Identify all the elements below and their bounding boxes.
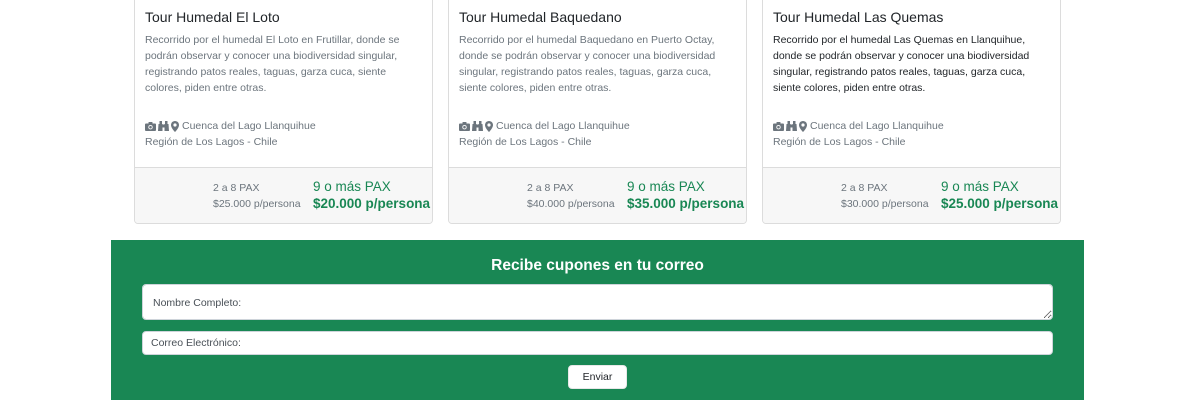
large-group-price: $25.000 p/persona xyxy=(941,196,1059,211)
tour-description: Recorrido por el humedal Las Quemas en L… xyxy=(773,34,1030,94)
small-group-label: 2 a 8 PAX xyxy=(841,182,888,194)
binoculars-icon xyxy=(472,121,483,131)
map-marker-icon xyxy=(799,120,807,132)
tour-cards-section: Tour Humedal El Loto Recorrido por el hu… xyxy=(0,0,1200,240)
camera-icon xyxy=(145,121,156,131)
newsletter-title: Recibe cupones en tu correo xyxy=(491,257,704,274)
map-marker-icon xyxy=(171,120,179,132)
card-footer: 2 a 8 PAX $25.000 p/persona 9 o más PAX … xyxy=(135,167,432,223)
card-footer: 2 a 8 PAX $40.000 p/persona 9 o más PAX … xyxy=(449,167,746,223)
small-group-price: $25.000 p/persona xyxy=(213,198,301,210)
binoculars-icon xyxy=(158,121,169,131)
card-footer: 2 a 8 PAX $30.000 p/persona 9 o más PAX … xyxy=(763,167,1060,223)
large-group-price: $35.000 p/persona xyxy=(627,196,745,211)
small-group-price: $30.000 p/persona xyxy=(841,198,929,210)
small-group-label: 2 a 8 PAX xyxy=(527,182,574,194)
tour-title[interactable]: Tour Humedal Baquedano xyxy=(459,9,622,25)
submit-button[interactable]: Enviar xyxy=(568,365,627,389)
tour-location: Cuenca del Lago Llanquihue xyxy=(182,120,316,132)
tour-card[interactable]: Tour Humedal El Loto Recorrido por el hu… xyxy=(134,0,433,224)
large-group-label: 9 o más PAX xyxy=(627,179,705,194)
newsletter-form: Recibe cupones en tu correo Enviar xyxy=(111,240,1084,400)
full-name-field[interactable] xyxy=(142,284,1053,320)
binoculars-icon xyxy=(786,121,797,131)
camera-icon xyxy=(773,121,784,131)
tour-card[interactable]: Tour Humedal Las Quemas Recorrido por el… xyxy=(762,0,1061,224)
tour-region: Región de Los Lagos - Chile xyxy=(773,136,906,148)
large-group-price: $20.000 p/persona xyxy=(313,196,431,211)
large-group-label: 9 o más PAX xyxy=(941,179,1019,194)
tour-region: Región de Los Lagos - Chile xyxy=(459,136,592,148)
tour-location: Cuenca del Lago Llanquihue xyxy=(496,120,630,132)
tour-title[interactable]: Tour Humedal El Loto xyxy=(145,9,280,25)
tour-description: Recorrido por el humedal Baquedano en Pu… xyxy=(459,34,716,94)
tour-region: Región de Los Lagos - Chile xyxy=(145,136,278,148)
tour-meta: Cuenca del Lago Llanquihue Región de Los… xyxy=(459,118,630,150)
camera-icon xyxy=(459,121,470,131)
small-group-label: 2 a 8 PAX xyxy=(213,182,260,194)
tour-meta: Cuenca del Lago Llanquihue Región de Los… xyxy=(145,118,316,150)
tour-location: Cuenca del Lago Llanquihue xyxy=(810,120,944,132)
email-field[interactable] xyxy=(142,331,1053,355)
large-group-label: 9 o más PAX xyxy=(313,179,391,194)
map-marker-icon xyxy=(485,120,493,132)
tour-description: Recorrido por el humedal El Loto en Frut… xyxy=(145,34,400,94)
small-group-price: $40.000 p/persona xyxy=(527,198,615,210)
tour-meta: Cuenca del Lago Llanquihue Región de Los… xyxy=(773,118,944,150)
tour-card[interactable]: Tour Humedal Baquedano Recorrido por el … xyxy=(448,0,747,224)
tour-title[interactable]: Tour Humedal Las Quemas xyxy=(773,9,943,25)
